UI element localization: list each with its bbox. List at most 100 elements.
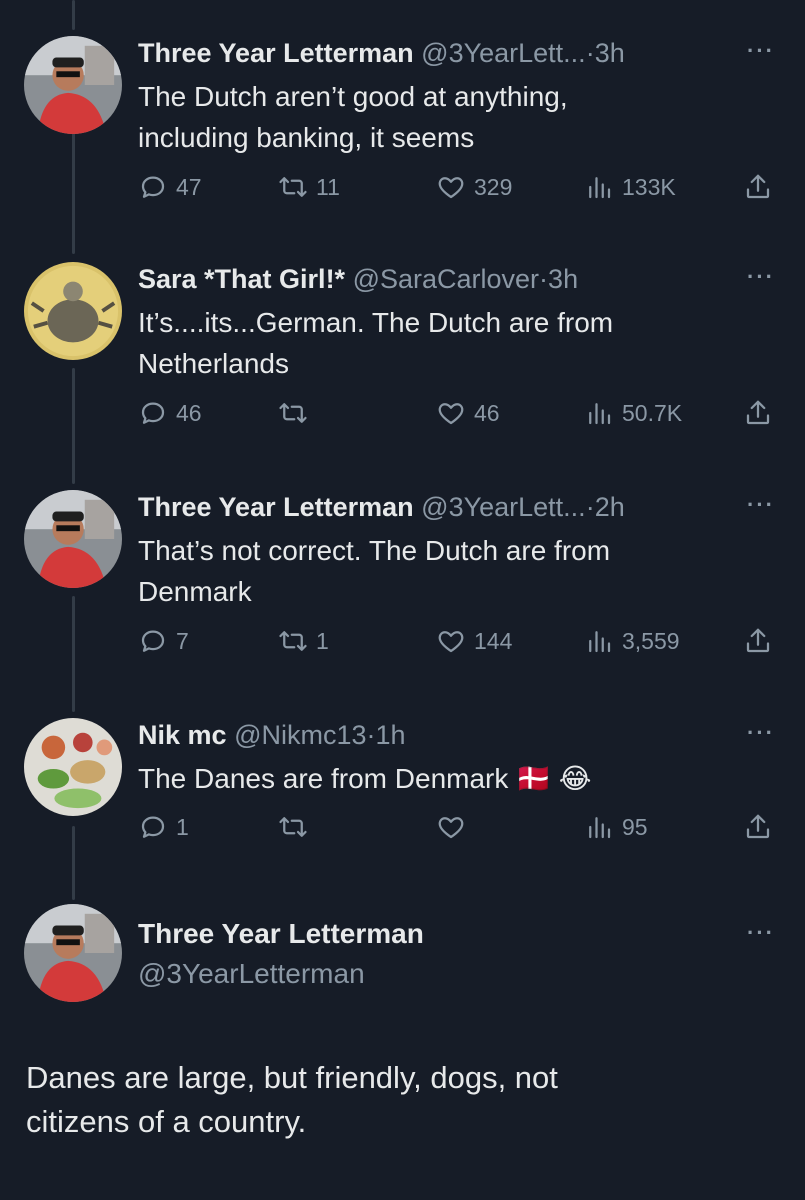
share-icon bbox=[743, 626, 773, 656]
action-bar: 47 11 329 133K bbox=[138, 172, 778, 212]
retweet-icon bbox=[278, 812, 308, 842]
views-button[interactable]: 133K bbox=[584, 172, 676, 202]
thread-line bbox=[72, 826, 75, 900]
retweet-icon bbox=[278, 172, 308, 202]
display-name[interactable]: Three Year Letterman bbox=[138, 38, 414, 68]
reply-button[interactable]: 47 bbox=[138, 172, 202, 202]
retweet-button[interactable]: 11 bbox=[278, 172, 340, 202]
reply-count: 7 bbox=[176, 627, 189, 654]
avatar[interactable] bbox=[24, 904, 122, 1002]
views-count: 50.7K bbox=[622, 399, 683, 426]
reply-button[interactable]: 7 bbox=[138, 626, 189, 656]
separator-dot: · bbox=[585, 492, 595, 522]
display-name[interactable]: Sara *That Girl!* bbox=[138, 264, 345, 294]
user-handle[interactable]: @3YearLett... bbox=[421, 492, 586, 522]
thread-line bbox=[72, 132, 75, 254]
separator-dot: · bbox=[585, 38, 595, 68]
heart-icon bbox=[436, 812, 466, 842]
more-options-icon[interactable]: ··· bbox=[747, 264, 775, 290]
retweet-count: 1 bbox=[316, 627, 329, 654]
views-icon bbox=[584, 172, 614, 202]
share-button[interactable] bbox=[743, 626, 773, 656]
tweet-header: Nik mc @Nikmc13·1h bbox=[138, 718, 406, 752]
tweet-text-line: citizens of a country. bbox=[26, 1104, 307, 1139]
timestamp[interactable]: 3h bbox=[548, 264, 578, 294]
tweet-header: Three Year Letterman @3YearLett...·2h bbox=[138, 490, 625, 524]
display-name[interactable]: Three Year Letterman bbox=[138, 492, 414, 522]
laughing-emoji: 😂 bbox=[558, 762, 592, 795]
retweet-button[interactable] bbox=[278, 812, 316, 842]
more-options-icon[interactable]: ··· bbox=[747, 720, 775, 746]
avatar[interactable] bbox=[24, 490, 122, 588]
share-button[interactable] bbox=[743, 812, 773, 842]
retweet-button[interactable] bbox=[278, 398, 316, 428]
tweet-header: Three Year Letterman @3YearLett...·3h bbox=[138, 36, 625, 70]
main-tweet-text: Danes are large, but friendly, dogs, not… bbox=[26, 1056, 766, 1144]
user-handle[interactable]: @3YearLett... bbox=[421, 38, 586, 68]
more-options-icon[interactable]: ··· bbox=[747, 38, 775, 64]
tweet-text-line: The Dutch aren’t good at anything, bbox=[138, 81, 568, 112]
user-handle[interactable]: @SaraCarlover bbox=[353, 264, 539, 294]
tweet-header: Three Year Letterman @3YearLetterman bbox=[138, 916, 424, 992]
share-button[interactable] bbox=[743, 172, 773, 202]
more-options-icon[interactable]: ··· bbox=[747, 920, 775, 946]
views-button[interactable]: 95 bbox=[584, 812, 648, 842]
avatar[interactable] bbox=[24, 262, 122, 360]
separator-dot: · bbox=[539, 264, 549, 294]
share-icon bbox=[743, 812, 773, 842]
conversation-thread: Three Year Letterman @3YearLett...·3h ··… bbox=[0, 0, 805, 1200]
like-count: 144 bbox=[474, 627, 513, 654]
views-icon bbox=[584, 626, 614, 656]
denmark-flag-emoji: 🇩🇰 bbox=[516, 762, 552, 795]
user-handle[interactable]: @3YearLetterman bbox=[138, 956, 424, 992]
reply-count: 46 bbox=[176, 399, 202, 426]
timestamp[interactable]: 1h bbox=[376, 720, 406, 750]
like-button[interactable]: 329 bbox=[436, 172, 512, 202]
tweet-text: The Danes are from Denmark 🇩🇰 😂 bbox=[138, 758, 778, 799]
separator-dot: · bbox=[366, 720, 376, 750]
avatar[interactable] bbox=[24, 36, 122, 134]
retweet-icon bbox=[278, 398, 308, 428]
retweet-button[interactable]: 1 bbox=[278, 626, 329, 656]
reply-button[interactable]: 1 bbox=[138, 812, 189, 842]
tweet-text-line: The Danes are from Denmark bbox=[138, 763, 509, 794]
like-count: 46 bbox=[474, 399, 500, 426]
views-button[interactable]: 3,559 bbox=[584, 626, 680, 656]
tweet-text: It’s....its...German. The Dutch are from… bbox=[138, 302, 778, 384]
heart-icon bbox=[436, 626, 466, 656]
like-button[interactable]: 144 bbox=[436, 626, 512, 656]
display-name[interactable]: Nik mc bbox=[138, 720, 227, 750]
views-button[interactable]: 50.7K bbox=[584, 398, 682, 428]
thread-line bbox=[72, 596, 75, 712]
user-handle[interactable]: @Nikmc13 bbox=[234, 720, 366, 750]
reply-icon bbox=[138, 398, 168, 428]
reply-button[interactable]: 46 bbox=[138, 398, 202, 428]
reply-count: 1 bbox=[176, 813, 189, 840]
tweet-text-line: Netherlands bbox=[138, 348, 289, 379]
like-button[interactable] bbox=[436, 812, 474, 842]
tweet-text-line: Danes are large, but friendly, dogs, not bbox=[26, 1060, 558, 1095]
action-bar: 46 46 50.7K bbox=[138, 398, 778, 438]
action-bar: 1 95 bbox=[138, 812, 778, 852]
share-button[interactable] bbox=[743, 398, 773, 428]
tweet-header: Sara *That Girl!* @SaraCarlover·3h bbox=[138, 262, 578, 296]
action-bar: 7 1 144 3,559 bbox=[138, 626, 778, 666]
tweet-text-line: including banking, it seems bbox=[138, 122, 475, 153]
like-count: 329 bbox=[474, 173, 513, 200]
timestamp[interactable]: 2h bbox=[595, 492, 625, 522]
retweet-icon bbox=[278, 626, 308, 656]
tweet-text: That’s not correct. The Dutch are from D… bbox=[138, 530, 778, 612]
tweet-text: The Dutch aren’t good at anything, inclu… bbox=[138, 76, 778, 158]
views-count: 133K bbox=[622, 173, 676, 200]
views-count: 3,559 bbox=[622, 627, 680, 654]
timestamp[interactable]: 3h bbox=[595, 38, 625, 68]
views-icon bbox=[584, 812, 614, 842]
thread-line bbox=[72, 368, 75, 484]
display-name[interactable]: Three Year Letterman bbox=[138, 916, 424, 952]
avatar[interactable] bbox=[24, 718, 122, 816]
like-button[interactable]: 46 bbox=[436, 398, 500, 428]
more-options-icon[interactable]: ··· bbox=[747, 492, 775, 518]
reply-count: 47 bbox=[176, 173, 202, 200]
heart-icon bbox=[436, 398, 466, 428]
views-icon bbox=[584, 398, 614, 428]
